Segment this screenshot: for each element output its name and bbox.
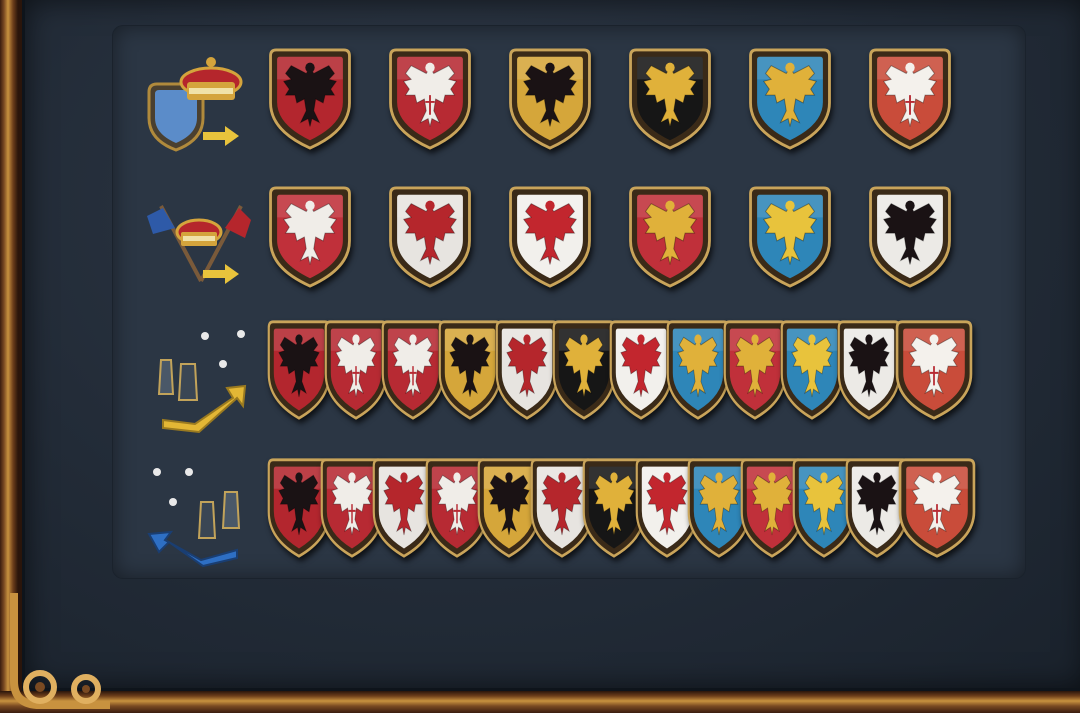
- coat-of-arms-shield[interactable]: [263, 46, 357, 152]
- shield-row-union: [113, 178, 1025, 298]
- coat-of-arms-shield[interactable]: [263, 184, 357, 290]
- coat-of-arms-shield[interactable]: [503, 184, 597, 290]
- coat-of-arms-shield[interactable]: [383, 184, 477, 290]
- coat-of-arms-shield[interactable]: [890, 318, 978, 422]
- frame-bottom-rail: [0, 691, 1080, 713]
- coat-of-arms-shield[interactable]: [743, 46, 837, 152]
- coat-of-arms-shield[interactable]: [863, 184, 957, 290]
- coat-of-arms-shield[interactable]: [383, 46, 477, 152]
- coat-of-arms-shield[interactable]: [743, 184, 837, 290]
- shield-row-partition-a: [113, 316, 1025, 436]
- crossed-flags-crown-icon: [141, 186, 251, 296]
- crown-shield-arrow-icon: [141, 48, 251, 158]
- coat-of-arms-shield[interactable]: [863, 46, 957, 152]
- shield-row-partition-b: [113, 454, 1025, 574]
- coat-of-arms-shield[interactable]: [623, 46, 717, 152]
- coat-of-arms-shield[interactable]: [893, 456, 981, 560]
- rising-pieces-gold-icon: [141, 324, 251, 434]
- shields-panel: [113, 26, 1025, 578]
- shield-row-independent: [113, 40, 1025, 160]
- gold-corner-ornament: [10, 593, 110, 709]
- coat-of-arms-shield[interactable]: [623, 184, 717, 290]
- coat-of-arms-window: [22, 0, 1080, 691]
- coat-of-arms-shield[interactable]: [503, 46, 597, 152]
- window-frame: [0, 0, 1080, 713]
- falling-pieces-blue-icon: [141, 462, 251, 572]
